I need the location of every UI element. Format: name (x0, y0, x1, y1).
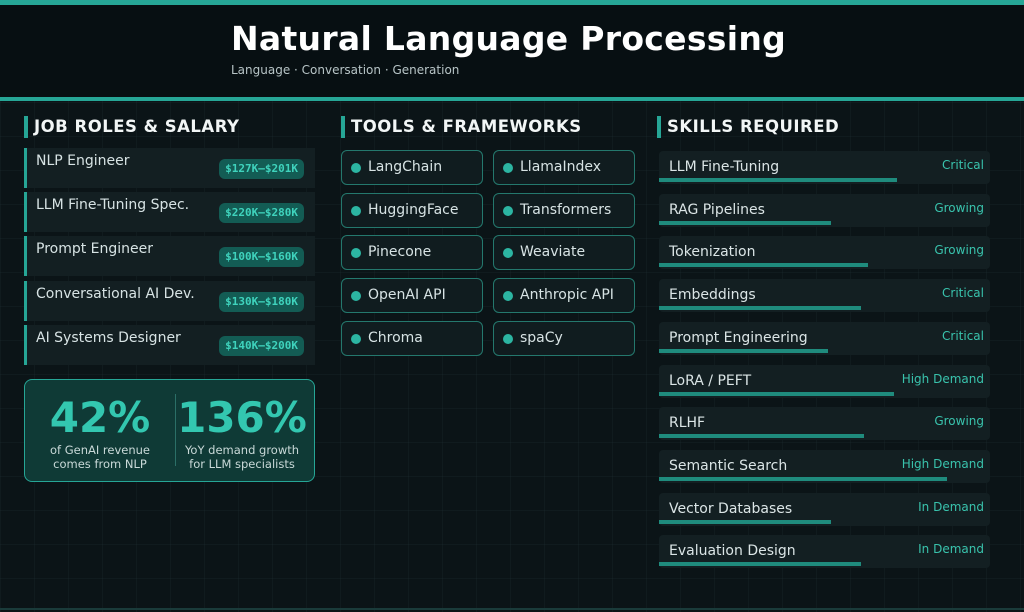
tool-chip: HuggingFace (341, 193, 483, 228)
skill-name: LLM Fine-Tuning (669, 159, 780, 175)
tool-chip: Transformers (493, 193, 635, 228)
tool-chip: OpenAI API (341, 278, 483, 313)
stat-demand-growth: 136% YoY demand growth for LLM specialis… (177, 393, 307, 472)
job-role-row: AI Systems Designer $140K–$200K (24, 325, 315, 365)
stat-label-line1: of GenAI revenue (49, 443, 150, 457)
skill-demand-status: High Demand (901, 457, 984, 471)
skill-name: RLHF (669, 415, 706, 431)
bullet-dot-icon (351, 248, 361, 258)
skill-name: Embeddings (669, 287, 756, 303)
section-heading-jobs: JOB ROLES & SALARY (24, 116, 239, 138)
skill-name: Vector Databases (669, 501, 793, 517)
bullet-dot-icon (351, 206, 361, 216)
skill-demand-status: Critical (942, 286, 984, 300)
skill-level-bar (659, 306, 861, 310)
skill-demand-status: Growing (934, 414, 984, 428)
skill-demand-status: High Demand (901, 372, 984, 386)
skill-name: Semantic Search (669, 458, 788, 474)
skill-level-bar (659, 178, 897, 182)
tool-label: Chroma (368, 330, 423, 346)
stat-genai-revenue: 42% of GenAI revenue comes from NLP (35, 393, 165, 472)
tool-chip: Chroma (341, 321, 483, 356)
tool-label: Weaviate (520, 244, 586, 260)
skill-level-bar (659, 349, 828, 353)
skill-level-bar (659, 562, 861, 566)
content-area: JOB ROLES & SALARY TOOLS & FRAMEWORKS SK… (0, 0, 1024, 612)
stat-divider (175, 394, 176, 466)
skill-level-bar (659, 263, 868, 267)
tool-label: HuggingFace (368, 202, 459, 218)
job-role-title: AI Systems Designer (36, 330, 181, 346)
stat-label-line2: for LLM specialists (189, 457, 295, 471)
tool-chip: LangChain (341, 150, 483, 185)
bullet-dot-icon (351, 334, 361, 344)
skill-name: Evaluation Design (669, 543, 796, 559)
bullet-dot-icon (503, 334, 513, 344)
salary-badge: $220K–$280K (219, 203, 304, 223)
bullet-dot-icon (503, 291, 513, 301)
bullet-dot-icon (503, 163, 513, 173)
skill-demand-status: In Demand (918, 542, 984, 556)
tool-chip: Pinecone (341, 235, 483, 270)
tool-chip: Weaviate (493, 235, 635, 270)
tool-label: LlamaIndex (520, 159, 602, 175)
section-heading-skills: SKILLS REQUIRED (657, 116, 839, 138)
tool-chip: spaCy (493, 321, 635, 356)
skill-level-bar (659, 477, 947, 481)
bullet-dot-icon (351, 163, 361, 173)
stats-card: 42% of GenAI revenue comes from NLP 136%… (24, 379, 315, 482)
skill-name: RAG Pipelines (669, 202, 765, 218)
tool-chip: LlamaIndex (493, 150, 635, 185)
tool-label: Pinecone (368, 244, 432, 260)
skill-level-bar (659, 434, 864, 438)
skill-demand-status: Growing (934, 243, 984, 257)
bullet-dot-icon (503, 206, 513, 216)
skill-name: LoRA / PEFT (669, 373, 752, 389)
stat-label-line2: comes from NLP (53, 457, 147, 471)
stat-value: 136% (177, 393, 307, 442)
job-role-row: Conversational AI Dev. $130K–$180K (24, 281, 315, 321)
stat-value: 42% (49, 393, 151, 442)
skill-name: Tokenization (669, 244, 756, 260)
skill-demand-status: Critical (942, 329, 984, 343)
job-role-row: LLM Fine-Tuning Spec. $220K–$280K (24, 192, 315, 232)
job-role-title: NLP Engineer (36, 153, 130, 169)
tool-label: spaCy (520, 330, 563, 346)
tool-chip: Anthropic API (493, 278, 635, 313)
bullet-dot-icon (503, 248, 513, 258)
job-role-title: Conversational AI Dev. (36, 286, 195, 302)
skill-demand-status: In Demand (918, 500, 984, 514)
bullet-dot-icon (351, 291, 361, 301)
tool-label: LangChain (368, 159, 443, 175)
tool-label: Transformers (520, 202, 612, 218)
skill-name: Prompt Engineering (669, 330, 808, 346)
job-role-title: Prompt Engineer (36, 241, 154, 257)
tool-label: OpenAI API (368, 287, 446, 303)
job-role-row: NLP Engineer $127K–$201K (24, 148, 315, 188)
job-role-title: LLM Fine-Tuning Spec. (36, 197, 190, 213)
salary-badge: $130K–$180K (219, 292, 304, 312)
section-heading-tools: TOOLS & FRAMEWORKS (341, 116, 582, 138)
job-role-row: Prompt Engineer $100K–$160K (24, 236, 315, 276)
tool-label: Anthropic API (520, 287, 614, 303)
skill-demand-status: Critical (942, 158, 984, 172)
skill-level-bar (659, 221, 831, 225)
salary-badge: $127K–$201K (219, 159, 304, 179)
salary-badge: $100K–$160K (219, 247, 304, 267)
skill-demand-status: Growing (934, 201, 984, 215)
skill-level-bar (659, 392, 894, 396)
stat-label-line1: YoY demand growth (184, 443, 300, 457)
salary-badge: $140K–$200K (219, 336, 304, 356)
skill-level-bar (659, 520, 831, 524)
